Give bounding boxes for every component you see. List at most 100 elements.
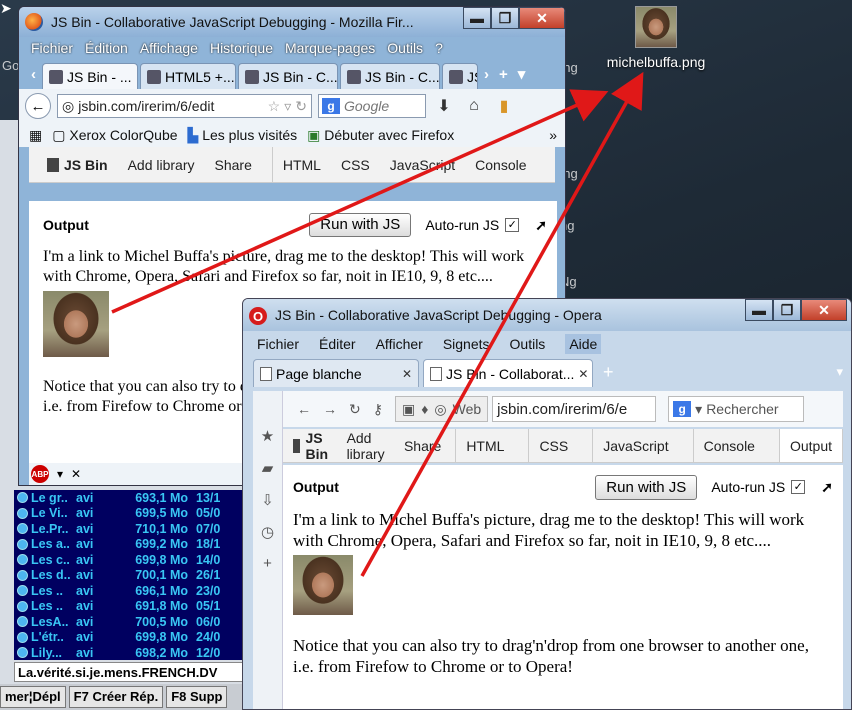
scroll-left-icon[interactable]: ‹ bbox=[27, 66, 40, 83]
fkey-button[interactable]: mer¦Dépl bbox=[0, 686, 66, 708]
downloads-icon[interactable]: ⇩ bbox=[261, 491, 274, 509]
michel-buffa-picture-link[interactable] bbox=[43, 291, 109, 357]
run-with-js-button[interactable]: Run with JS bbox=[309, 213, 412, 237]
history-icon[interactable]: ◷ bbox=[261, 523, 274, 541]
maximize-button[interactable]: ❐ bbox=[773, 299, 801, 321]
browser-tab[interactable]: JS bbox=[442, 63, 478, 89]
key-icon[interactable]: ⚷ bbox=[373, 401, 383, 418]
menu-item[interactable]: Outils bbox=[387, 40, 423, 56]
popout-icon[interactable]: ➚ bbox=[535, 215, 547, 235]
panel-tab-html[interactable]: HTML bbox=[455, 429, 514, 462]
close-tab-icon[interactable]: ✕ bbox=[402, 367, 412, 381]
minimize-button[interactable]: ▬ bbox=[463, 7, 491, 29]
close-addonbar-icon[interactable]: ✕ bbox=[71, 467, 81, 481]
close-tab-icon[interactable]: ✕ bbox=[578, 367, 588, 381]
dropdown-icon[interactable]: ▾ bbox=[695, 401, 702, 418]
file-row[interactable]: Le Vi.. avi 699,5 Mo 05/0 bbox=[14, 506, 244, 522]
menu-item[interactable]: Aide bbox=[565, 334, 602, 354]
menu-item[interactable]: Affichage bbox=[140, 40, 198, 56]
file-row[interactable]: Le.Pr.. avi 710,1 Mo 07/0 bbox=[14, 521, 244, 537]
file-row[interactable]: Les .. avi 691,8 Mo 05/1 bbox=[14, 599, 244, 615]
reload-icon[interactable]: ↻ bbox=[295, 98, 307, 115]
firefox-titlebar[interactable]: JS Bin - Collaborative JavaScript Debugg… bbox=[19, 7, 565, 37]
google-icon[interactable]: g bbox=[322, 98, 340, 114]
dropdown-icon[interactable]: ▾ bbox=[57, 467, 63, 481]
adblock-icon[interactable]: ABP bbox=[31, 465, 49, 483]
overflow-chevron-icon[interactable]: » bbox=[549, 127, 565, 143]
apps-grid-icon[interactable]: ▦ bbox=[29, 127, 42, 144]
file-row[interactable]: Les c.. avi 699,8 Mo 14/0 bbox=[14, 552, 244, 568]
autorun-toggle[interactable]: Auto-run JS ✓ bbox=[711, 477, 806, 498]
search-input[interactable]: g Google bbox=[318, 94, 426, 118]
autorun-checkbox[interactable]: ✓ bbox=[505, 218, 520, 232]
bookmarks-icon[interactable]: ▮ bbox=[492, 96, 516, 116]
file-row[interactable]: LesA.. avi 700,5 Mo 06/0 bbox=[14, 614, 244, 630]
url-bar[interactable]: ◎ jsbin.com/irerim/6/edit ☆ ▿ ↻ bbox=[57, 94, 312, 118]
panel-tab-console[interactable]: Console bbox=[475, 157, 526, 173]
file-row[interactable]: L'étr.. avi 699,8 Mo 24/0 bbox=[14, 630, 244, 646]
search-input[interactable]: g ▾ Rechercher bbox=[668, 396, 805, 422]
fkey-button[interactable]: F8 Supp bbox=[166, 686, 228, 708]
google-icon[interactable]: g bbox=[673, 401, 692, 417]
menu-item[interactable]: Édition bbox=[85, 40, 128, 56]
notes-icon[interactable]: ▰ bbox=[262, 459, 274, 477]
menu-item[interactable]: Fichier bbox=[257, 336, 299, 352]
file-row[interactable]: Les a.. avi 699,2 Mo 18/1 bbox=[14, 537, 244, 553]
back-button[interactable]: ← bbox=[25, 93, 51, 119]
browser-tab[interactable]: JS Bin - C...✕ bbox=[340, 63, 440, 89]
share-button[interactable]: Share bbox=[215, 157, 252, 173]
file-row[interactable]: Le gr.. avi 693,1 Mo 13/1 bbox=[14, 490, 244, 506]
bookmarks-star-icon[interactable]: ★ bbox=[261, 427, 274, 445]
browser-tab[interactable]: HTML5 +...✕ bbox=[140, 63, 236, 89]
add-library-button[interactable]: Add library bbox=[347, 430, 390, 462]
minimize-button[interactable]: ▬ bbox=[745, 299, 773, 321]
jsbin-logo[interactable]: JS Bin bbox=[293, 430, 333, 462]
browser-tab[interactable]: JS Bin - Collaborat... ✕ bbox=[423, 359, 593, 387]
popout-icon[interactable]: ➚ bbox=[821, 477, 833, 498]
desktop-file-icon[interactable]: michelbuffa.png bbox=[596, 6, 716, 70]
firefox-icon[interactable] bbox=[25, 13, 43, 31]
autorun-toggle[interactable]: Auto-run JS ✓ bbox=[425, 215, 520, 235]
tab-list-icon[interactable]: ▾ bbox=[514, 65, 530, 83]
bookmark-item[interactable]: ▙ Les plus visités bbox=[188, 127, 298, 144]
browser-tab[interactable]: Page blanche ✕ bbox=[253, 359, 419, 387]
dropdown-icon[interactable]: ▿ bbox=[284, 98, 291, 115]
close-tab-icon[interactable]: ✕ bbox=[136, 70, 137, 84]
menu-item[interactable]: Historique bbox=[210, 40, 273, 56]
web-badge[interactable]: ▣ ♦ ◎ Web bbox=[395, 396, 489, 422]
menu-item[interactable]: Marque-pages bbox=[285, 40, 375, 56]
panel-tab-css[interactable]: CSS bbox=[528, 429, 578, 462]
tab-list-icon[interactable]: ▾ bbox=[836, 364, 851, 380]
opera-icon[interactable]: O bbox=[249, 307, 267, 325]
autorun-checkbox[interactable]: ✓ bbox=[791, 480, 806, 494]
menu-item[interactable]: ? bbox=[435, 40, 443, 56]
file-row[interactable]: Lily... avi 698,2 Mo 12/0 bbox=[14, 645, 244, 661]
bookmark-item[interactable]: ▢ Xerox ColorQube bbox=[52, 127, 177, 144]
panel-tab-output[interactable]: Output bbox=[778, 429, 843, 462]
panel-tab-html[interactable]: HTML bbox=[271, 147, 321, 182]
close-button[interactable]: ✕ bbox=[801, 299, 847, 321]
scroll-right-icon[interactable]: › bbox=[480, 66, 493, 83]
menu-item[interactable]: Éditer bbox=[319, 336, 356, 352]
bookmark-star-icon[interactable]: ☆ bbox=[268, 98, 281, 115]
browser-tab[interactable]: JS Bin - ...✕ bbox=[42, 63, 138, 89]
url-bar[interactable]: jsbin.com/irerim/6/e bbox=[492, 396, 657, 422]
new-tab-icon[interactable]: + bbox=[495, 66, 512, 83]
panel-tab-javascript[interactable]: JavaScript bbox=[390, 157, 455, 173]
file-row[interactable]: Les .. avi 696,1 Mo 23/0 bbox=[14, 583, 244, 599]
fkey-button[interactable]: F7 Créer Rép. bbox=[68, 686, 164, 708]
add-library-button[interactable]: Add library bbox=[128, 157, 195, 173]
download-icon[interactable]: ⬇ bbox=[432, 96, 456, 116]
new-tab-icon[interactable]: + bbox=[597, 362, 614, 383]
maximize-button[interactable]: ❐ bbox=[491, 7, 519, 29]
file-row[interactable]: Les d.. avi 700,1 Mo 26/1 bbox=[14, 568, 244, 584]
panel-tab-javascript[interactable]: JavaScript bbox=[592, 429, 678, 462]
home-icon[interactable]: ⌂ bbox=[462, 97, 486, 115]
opera-titlebar[interactable]: O JS Bin - Collaborative JavaScript Debu… bbox=[243, 299, 851, 331]
menu-item[interactable]: Signets bbox=[443, 336, 490, 352]
menu-item[interactable]: Fichier bbox=[31, 40, 73, 56]
run-with-js-button[interactable]: Run with JS bbox=[595, 474, 698, 500]
michel-buffa-picture-link[interactable] bbox=[293, 555, 353, 615]
menu-item[interactable]: Afficher bbox=[376, 336, 423, 352]
jsbin-logo[interactable]: JS Bin bbox=[47, 157, 108, 173]
